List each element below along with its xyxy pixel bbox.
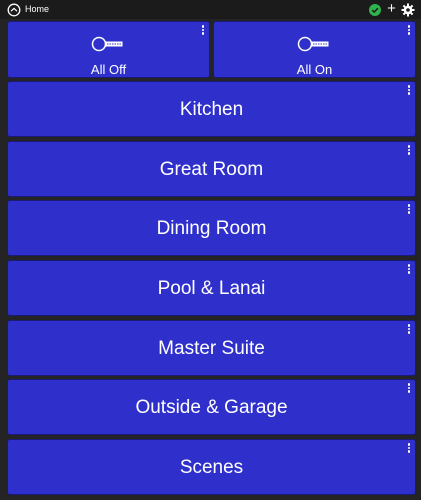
tile-pool-lanai[interactable]: Pool & Lanai <box>7 260 416 316</box>
tile-dining-room[interactable]: Dining Room <box>7 200 416 256</box>
top-bar: Home + <box>0 0 421 19</box>
more-options-icon[interactable] <box>406 383 412 395</box>
tile-great-room[interactable]: Great Room <box>7 141 416 197</box>
more-options-icon[interactable] <box>406 204 412 216</box>
more-options-icon[interactable] <box>406 324 412 336</box>
more-options-icon[interactable] <box>406 85 412 97</box>
tile-label: Outside & Garage <box>135 397 288 418</box>
tile-label: Kitchen <box>179 99 244 120</box>
gear-icon[interactable] <box>401 3 415 17</box>
more-options-icon[interactable] <box>406 264 412 276</box>
tile-label: Dining Room <box>156 218 267 239</box>
tile-outside-garage[interactable]: Outside & Garage <box>7 379 416 435</box>
more-options-icon[interactable] <box>406 25 412 37</box>
tile-label: Great Room <box>159 159 264 180</box>
switch-bulb-icon <box>91 36 122 52</box>
switch-bulb-icon <box>297 36 328 52</box>
tile-label: Pool & Lanai <box>157 278 266 299</box>
tile-label: Master Suite <box>158 338 265 359</box>
more-options-icon[interactable] <box>406 145 412 157</box>
tile-all-off[interactable]: All Off <box>7 21 210 78</box>
tile-scenes[interactable]: Scenes <box>7 439 416 495</box>
tile-label: All On <box>296 62 333 77</box>
dashboard-title[interactable]: Home <box>25 3 49 15</box>
tile-all-on[interactable]: All On <box>213 21 416 78</box>
check-circle-icon <box>369 4 381 16</box>
tile-kitchen[interactable]: Kitchen <box>7 81 416 137</box>
tile-master-suite[interactable]: Master Suite <box>7 320 416 376</box>
home-dashboard-icon[interactable] <box>7 3 21 17</box>
tile-label: Scenes <box>179 457 244 478</box>
plus-icon[interactable]: + <box>385 1 398 16</box>
more-options-icon[interactable] <box>200 25 206 37</box>
tile-label: All Off <box>90 62 127 77</box>
more-options-icon[interactable] <box>406 443 412 455</box>
